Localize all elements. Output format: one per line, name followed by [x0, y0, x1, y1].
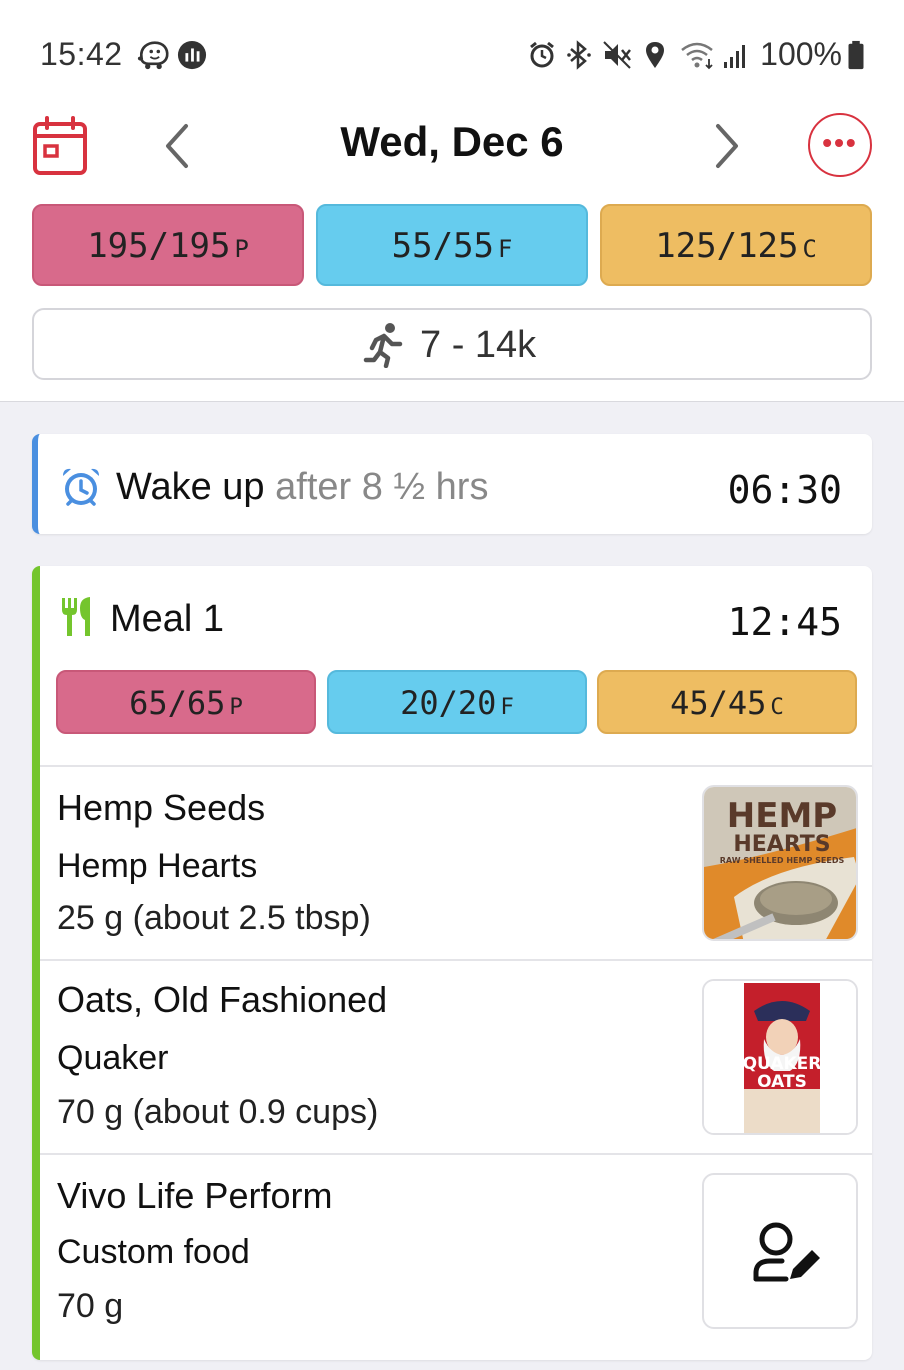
quaker-oats-image[interactable]: QUAKER OATS	[702, 979, 858, 1135]
battery-percentage: 100%	[760, 36, 842, 72]
meal-time[interactable]: 12:45	[728, 600, 842, 644]
edit-user-icon	[753, 1222, 820, 1282]
previous-day-button[interactable]	[156, 120, 196, 172]
day-carbs-value: 125/125	[655, 226, 799, 266]
wake-label: Wake up	[116, 466, 265, 508]
bluetooth-icon	[567, 40, 591, 70]
wake-up-card[interactable]: Wake up after 8 ½ hrs 06:30	[32, 434, 872, 534]
waze-icon	[137, 41, 169, 70]
next-day-button[interactable]	[708, 120, 748, 172]
meal-protein-value: 65/65	[129, 684, 226, 722]
hemp-image-text: HEMP	[727, 796, 837, 836]
day-fat-pill[interactable]: 55/55 F	[316, 204, 588, 286]
steps-label: 7 - 14k	[420, 324, 537, 366]
status-time: 15:42	[40, 36, 123, 72]
mute-icon	[603, 41, 631, 69]
hearts-image-text: HEARTS	[733, 832, 830, 857]
ellipsis-icon: •••	[822, 127, 858, 158]
meal-fat-value: 20/20	[400, 684, 497, 722]
food-name: Oats, Old Fashioned	[57, 979, 388, 1020]
running-icon	[363, 323, 403, 368]
hemp-hearts-image[interactable]: HEMP HEARTS RAW SHELLED HEMP SEEDS	[702, 785, 858, 941]
meal-card[interactable]: Meal 1 12:45 65/65 P 20/20 F 45/45 C Hemp S…	[32, 566, 872, 1360]
day-fat-value: 55/55	[391, 226, 495, 266]
food-item[interactable]: Hemp Seeds Hemp Hearts 25 g (about 2.5 t…	[40, 765, 872, 959]
fork-knife-icon	[62, 597, 90, 636]
meal-title: Meal 1	[110, 598, 225, 640]
more-options-button[interactable]: •••	[808, 113, 872, 177]
alarm-clock-icon	[63, 468, 99, 506]
alarm-icon	[530, 41, 554, 68]
food-quantity: 70 g	[57, 1287, 124, 1325]
meal-fat-pill[interactable]: 20/20 F	[327, 670, 587, 734]
food-item[interactable]: Oats, Old Fashioned Quaker 70 g (about 0…	[40, 959, 872, 1153]
wake-time[interactable]: 06:30	[728, 468, 842, 512]
date-title: Wed, Dec 6	[340, 118, 564, 165]
meal-carbs-value: 45/45	[670, 684, 767, 722]
wake-duration: after 8 ½ hrs	[275, 466, 489, 508]
food-item[interactable]: Vivo Life Perform Custom food 70 g	[40, 1153, 872, 1360]
day-protein-pill[interactable]: 195/195 P	[32, 204, 304, 286]
wake-title: Wake up after 8 ½ hrs	[116, 466, 488, 509]
meal-protein-unit: P	[229, 694, 243, 720]
food-quantity: 25 g (about 2.5 tbsp)	[57, 899, 371, 937]
meal-protein-pill[interactable]: 65/65 P	[56, 670, 316, 734]
food-brand: Hemp Hearts	[57, 847, 258, 885]
wifi-icon	[681, 42, 713, 70]
quaker-image-text: QUAKER	[743, 1054, 822, 1074]
food-name: Hemp Seeds	[57, 787, 266, 828]
location-icon	[646, 42, 664, 68]
day-protein-value: 195/195	[87, 226, 231, 266]
food-brand: Quaker	[57, 1039, 169, 1077]
header-area: 15:42 100% Wed, Dec 6 ••• 195/195 P 55/5…	[0, 0, 904, 402]
day-protein-unit: P	[234, 235, 249, 263]
food-brand: Custom food	[57, 1233, 250, 1271]
steps-target-button[interactable]: 7 - 14k	[32, 308, 872, 380]
meal-fat-unit: F	[500, 694, 514, 720]
hemp-image-subtext: RAW SHELLED HEMP SEEDS	[720, 856, 845, 865]
food-name: Vivo Life Perform	[57, 1175, 333, 1216]
activity-icon	[177, 40, 207, 70]
signal-icon	[724, 45, 745, 68]
meal-carbs-unit: C	[770, 694, 784, 720]
oats-image-text: OATS	[757, 1072, 807, 1092]
battery-icon	[848, 40, 864, 70]
meal-carbs-pill[interactable]: 45/45 C	[597, 670, 857, 734]
day-carbs-pill[interactable]: 125/125 C	[600, 204, 872, 286]
edit-custom-food-button[interactable]	[702, 1173, 858, 1329]
day-carbs-unit: C	[802, 235, 817, 263]
day-fat-unit: F	[498, 235, 513, 263]
calendar-icon[interactable]	[32, 116, 88, 176]
food-quantity: 70 g (about 0.9 cups)	[57, 1093, 379, 1131]
